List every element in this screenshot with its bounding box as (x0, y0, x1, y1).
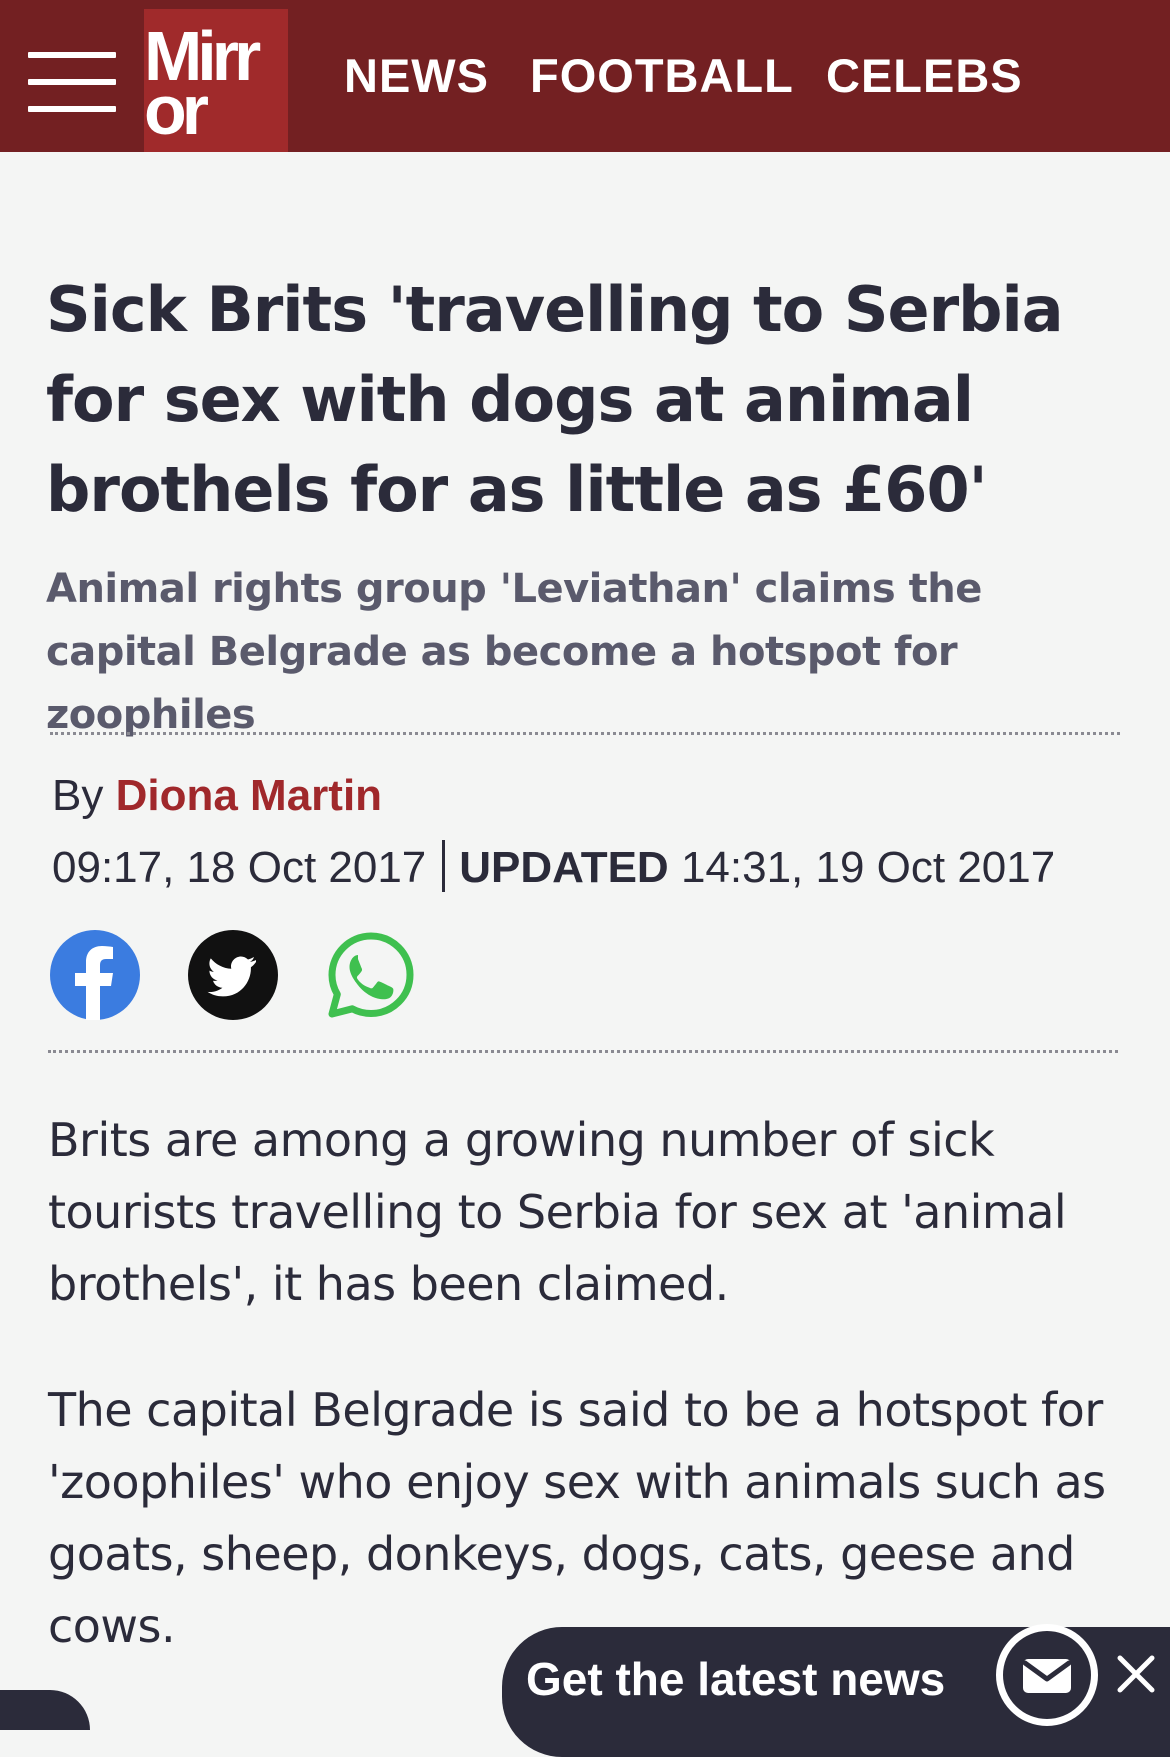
updated-label: UPDATED (459, 843, 669, 892)
hamburger-menu-icon[interactable] (28, 48, 116, 116)
paragraph-1: Brits are among a growing number of sick… (48, 1113, 1067, 1311)
nav-news[interactable]: NEWS (344, 48, 489, 104)
mirror-logo[interactable]: Mirr or (144, 9, 288, 152)
updated-time: 14:31, 19 Oct 2017 (680, 843, 1056, 892)
top-navigation-bar: Mirr or NEWS FOOTBALL CELEBS (0, 0, 1170, 152)
whatsapp-icon[interactable] (326, 930, 416, 1020)
divider-top (50, 732, 1120, 735)
author-link[interactable]: Diona Martin (116, 771, 382, 820)
mail-icon[interactable] (996, 1624, 1098, 1726)
timestamp-separator (442, 840, 446, 893)
article-standfirst: Animal rights group 'Leviathan' claims t… (46, 566, 982, 738)
newsletter-cta-label: Get the latest news (526, 1653, 946, 1705)
timestamps: 09:17, 18 Oct 2017 UPDATED 14:31, 19 Oct … (52, 840, 1056, 896)
article-headline: Sick Brits 'travelling to Serbia for sex… (46, 273, 1064, 526)
published-time: 09:17, 18 Oct 2017 (52, 843, 427, 892)
nav-celebs[interactable]: CELEBS (826, 48, 1023, 104)
floating-widget-tab[interactable] (0, 1690, 90, 1730)
logo-text-line2: or (144, 71, 209, 149)
byline: By Diona Martin (52, 770, 382, 822)
facebook-icon[interactable] (50, 930, 140, 1020)
divider-bottom (48, 1050, 1118, 1053)
close-icon[interactable] (1116, 1654, 1156, 1694)
nav-football[interactable]: FOOTBALL (530, 48, 794, 104)
twitter-icon[interactable] (188, 930, 278, 1020)
paragraph-2: The capital Belgrade is said to be a hot… (48, 1383, 1106, 1653)
by-label: By (52, 771, 104, 820)
